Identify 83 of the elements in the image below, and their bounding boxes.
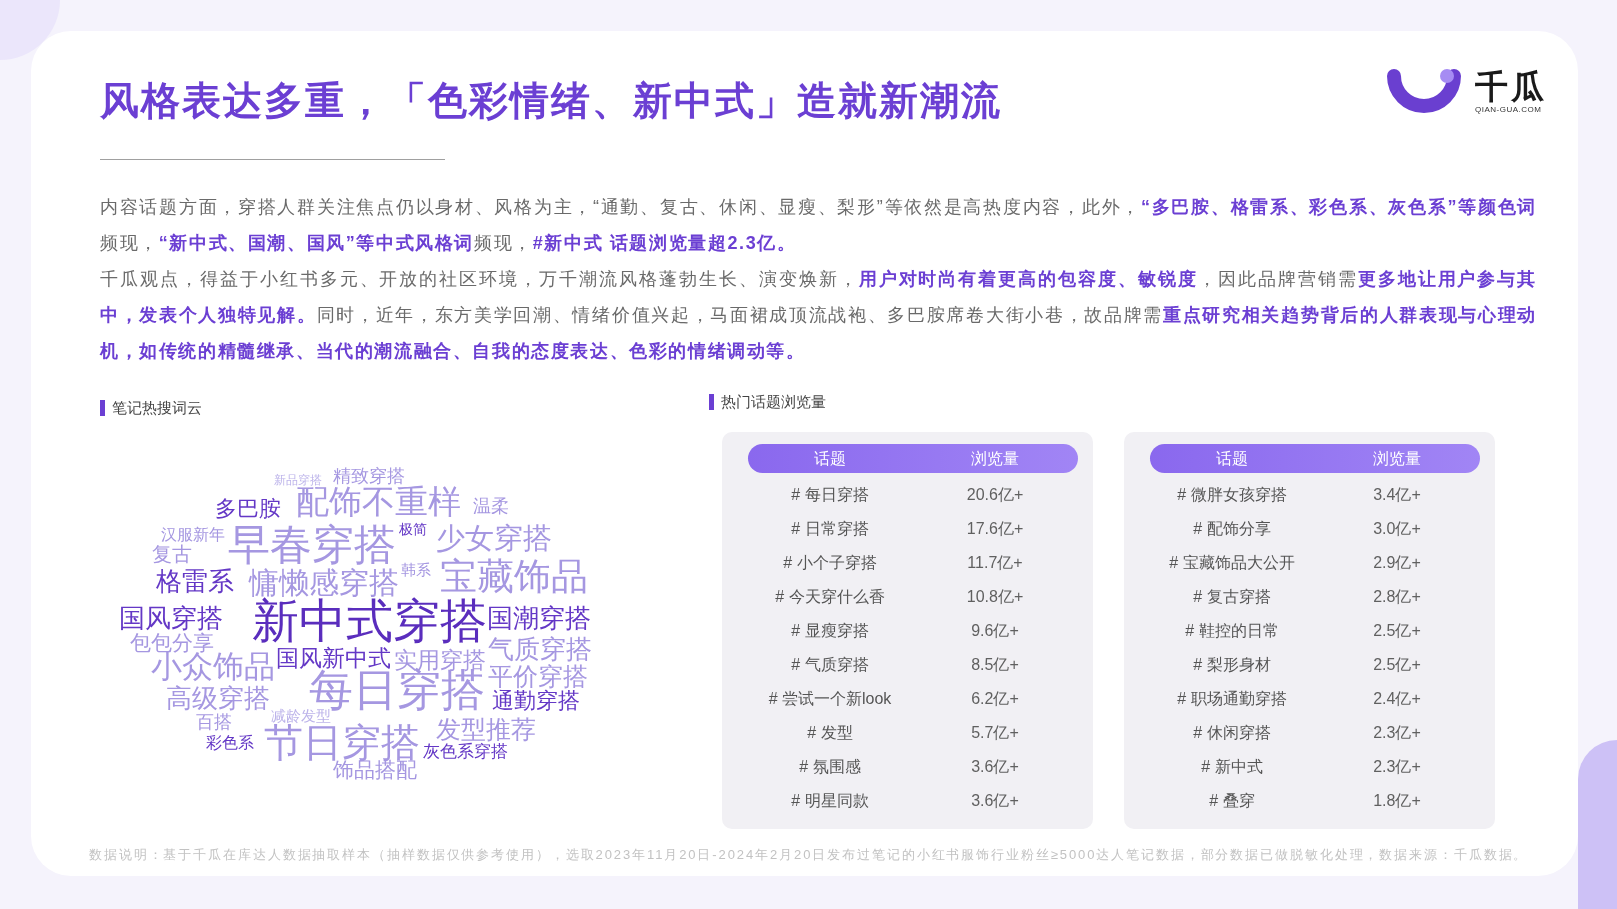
- topic-cell: # 叠穿: [1209, 791, 1255, 811]
- section-title: 热门话题浏览量: [721, 392, 826, 412]
- footnote: 数据说明：基于千瓜在库达人数据抽取样本（抽样数据仅供参考使用），选取2023年11月20日-2024年2月20日发布过笔记的小红书服饰行业粉丝≥5000达人笔记数据，部分数据已做脱敏化处理，数据来源：千瓜数据。: [89, 848, 1530, 862]
- views-cell: 3.4亿+: [1373, 485, 1421, 505]
- topic-cell: # 气质穿搭: [791, 655, 869, 675]
- topic-cell: # 氛围感: [799, 757, 861, 777]
- cloud-word: 彩色系: [206, 735, 254, 751]
- cloud-word: 新品穿搭: [274, 474, 322, 486]
- topic-cell: # 每日穿搭: [791, 485, 869, 505]
- topic-cell: # 新中式: [1201, 757, 1263, 777]
- views-cell: 3.6亿+: [971, 757, 1019, 777]
- views-cell: 3.6亿+: [971, 791, 1019, 811]
- views-cell: 2.9亿+: [1373, 553, 1421, 573]
- views-cell: 2.3亿+: [1373, 757, 1421, 777]
- body-paragraph: 内容话题方面，穿搭人群关注焦点仍以身材、风格为主，“通勤、复古、休闲、显瘦、梨形”等依然是高热度内容，此外，“多巴胺、格雷系、彩色系、灰色系”等颜色词频现，“新中式、国潮、国风”等中式风格词频现，#新中式 话题浏览量超2.3亿。: [100, 196, 1537, 255]
- cloud-word: 格雷系: [156, 568, 234, 594]
- topic-cell: # 今天穿什么香: [775, 587, 885, 607]
- cloud-word: 平价穿搭: [488, 664, 588, 689]
- column-header: 话题: [1216, 448, 1248, 469]
- cloud-word: 国风新中式: [276, 647, 391, 670]
- body-paragraph: 千瓜观点，得益于小红书多元、开放的社区环境，万千潮流风格蓬勃生长、演变焕新，用户对时尚有着更高的包容度、敏锐度，因此品牌营销需更多地让用户参与其中，发表个人独特见解。同时，近年，东方美学回潮、情绪价值兴起，马面裙成顶流战袍、多巴胺席卷大街小巷，故品牌需重点研究相关趋势背后的人群表现与心理动机，如传统的精髓继承、当代的潮流融合、自我的态度表达、色彩的情绪调动等。: [100, 268, 1537, 363]
- cloud-word: 早春穿搭: [228, 524, 396, 566]
- column-header: 浏览量: [1373, 448, 1421, 469]
- column-header: 浏览量: [971, 448, 1019, 469]
- views-cell: 20.6亿+: [966, 485, 1024, 505]
- cloud-word: 减龄发型: [271, 708, 331, 723]
- views-cell: 6.2亿+: [971, 689, 1019, 709]
- cloud-word: 汉服新年: [161, 527, 225, 543]
- cloud-word: 高级穿搭: [166, 685, 270, 711]
- views-cell: 1.8亿+: [1373, 791, 1421, 811]
- cloud-word: 国潮穿搭: [487, 605, 591, 631]
- cloud-word: 极简: [399, 522, 427, 536]
- slide-title: 风格表达多重，「色彩情绪、新中式」造就新潮流: [100, 79, 1002, 123]
- cloud-word: 发型推荐: [436, 717, 536, 742]
- views-cell: 2.5亿+: [1373, 621, 1421, 641]
- topic-cell: # 梨形身材: [1193, 655, 1271, 675]
- topic-cell: # 复古穿搭: [1193, 587, 1271, 607]
- cloud-word: 国风穿搭: [119, 605, 223, 631]
- topic-cell: # 发型: [807, 723, 853, 743]
- cloud-word: 精致穿搭: [333, 467, 405, 485]
- topic-cell: # 显瘦穿搭: [791, 621, 869, 641]
- accent-bar-icon: [709, 394, 714, 410]
- cloud-word: 复古: [152, 544, 192, 564]
- views-cell: 10.8亿+: [966, 587, 1024, 607]
- cloud-word: 慵懒感穿搭: [249, 568, 399, 598]
- logo-text: 千瓜: [1475, 69, 1547, 105]
- topic-cell: # 微胖女孩穿搭: [1177, 485, 1287, 505]
- cloud-word: 宝藏饰品: [440, 558, 588, 595]
- views-cell: 5.7亿+: [971, 723, 1019, 743]
- cloud-word: 少女穿搭: [436, 524, 552, 553]
- views-cell: 2.8亿+: [1373, 587, 1421, 607]
- cloud-word: 温柔: [473, 497, 509, 515]
- views-cell: 11.7亿+: [967, 553, 1023, 573]
- cloud-word: 小众饰品: [151, 651, 275, 682]
- cloud-word: 气质穿搭: [488, 636, 592, 662]
- views-cell: 17.6亿+: [966, 519, 1024, 539]
- column-header: 话题: [814, 448, 846, 469]
- views-cell: 2.4亿+: [1373, 689, 1421, 709]
- topic-cell: # 尝试一个新look: [768, 689, 892, 709]
- views-cell: 9.6亿+: [971, 621, 1019, 641]
- cloud-word: 多巴胺: [215, 498, 281, 520]
- topic-cell: # 日常穿搭: [791, 519, 869, 539]
- views-cell: 2.3亿+: [1373, 723, 1421, 743]
- topic-cell: # 休闲穿搭: [1193, 723, 1271, 743]
- cloud-word: 百搭: [196, 713, 232, 731]
- topic-cell: # 明星同款: [791, 791, 869, 811]
- topic-cell: # 配饰分享: [1193, 519, 1271, 539]
- accent-bar-icon: [100, 400, 105, 416]
- topic-cell: # 小个子穿搭: [783, 553, 877, 573]
- topic-cell: # 鞋控的日常: [1185, 621, 1279, 641]
- cloud-word: 灰色系穿搭: [423, 743, 508, 760]
- views-cell: 2.5亿+: [1373, 655, 1421, 675]
- cloud-word: 通勤穿搭: [492, 690, 580, 712]
- cloud-word: 包包分享: [130, 632, 214, 653]
- views-cell: 3.0亿+: [1373, 519, 1421, 539]
- views-cell: 8.5亿+: [971, 655, 1019, 675]
- topic-cell: # 宝藏饰品大公开: [1169, 553, 1295, 573]
- cloud-word: 配饰不重样: [296, 485, 461, 518]
- topic-cell: # 职场通勤穿搭: [1177, 689, 1287, 709]
- cloud-word: 新中式穿搭: [252, 597, 487, 644]
- logo-domain: QIAN-GUA.COM: [1475, 105, 1542, 115]
- section-title: 笔记热搜词云: [112, 398, 202, 418]
- cloud-word: 韩系: [401, 562, 431, 577]
